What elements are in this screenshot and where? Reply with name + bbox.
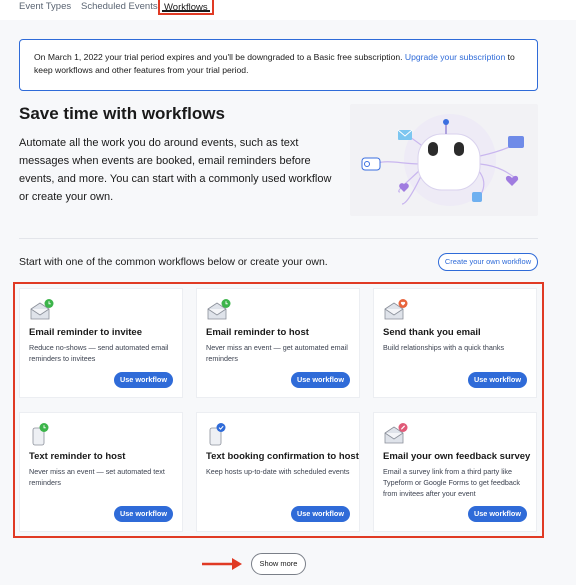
tab-scheduled-events[interactable]: Scheduled Events bbox=[81, 1, 158, 12]
workflows-illustration bbox=[350, 104, 538, 216]
workflow-card: Email reminder to host Never miss an eve… bbox=[196, 288, 360, 398]
phone-clock-icon bbox=[29, 422, 55, 446]
workflow-card-description: Keep hosts up-to-date with scheduled eve… bbox=[206, 467, 350, 476]
email-pencil-icon bbox=[383, 422, 409, 446]
workflow-card-title: Email reminder to host bbox=[206, 327, 309, 338]
use-workflow-button[interactable]: Use workflow bbox=[468, 372, 527, 388]
email-clock-icon bbox=[206, 298, 232, 322]
use-workflow-button[interactable]: Use workflow bbox=[114, 372, 173, 388]
tab-workflows[interactable]: Workflows bbox=[158, 0, 214, 15]
use-workflow-button[interactable]: Use workflow bbox=[114, 506, 173, 522]
hero-description: Automate all the work you do around even… bbox=[19, 137, 332, 203]
section-divider bbox=[19, 238, 538, 239]
upgrade-subscription-link[interactable]: Upgrade your subscription bbox=[405, 52, 505, 62]
active-tab-indicator bbox=[162, 10, 210, 12]
workflow-card-description: Email a survey link from a third party l… bbox=[383, 467, 521, 498]
use-workflow-button[interactable]: Use workflow bbox=[468, 506, 527, 522]
workflow-card-title: Email your own feedback survey bbox=[383, 451, 531, 462]
workflow-card-title: Email reminder to invitee bbox=[29, 327, 142, 338]
phone-check-icon bbox=[206, 422, 232, 446]
banner-text-before: On March 1, 2022 your trial period expir… bbox=[34, 52, 405, 62]
robot-illustration-icon bbox=[361, 114, 524, 206]
section-intro: Start with one of the common workflows b… bbox=[19, 256, 328, 268]
workflow-card: Send thank you email Build relationships… bbox=[373, 288, 537, 398]
email-clock-icon bbox=[29, 298, 55, 322]
workflow-card-description: Reduce no-shows — send automated email r… bbox=[29, 343, 169, 363]
trial-banner: On March 1, 2022 your trial period expir… bbox=[19, 39, 538, 91]
email-heart-icon bbox=[383, 298, 409, 322]
create-workflow-button[interactable]: Create your own workflow bbox=[438, 253, 538, 271]
workflow-card: Text booking confirmation to host Keep h… bbox=[196, 412, 360, 532]
arrow-right-icon bbox=[202, 558, 242, 570]
workflow-card: Email your own feedback survey Email a s… bbox=[373, 412, 537, 532]
tab-bar: Event Types Scheduled Events Workflows bbox=[0, 0, 576, 20]
workflow-card-title: Text booking confirmation to host bbox=[206, 451, 359, 462]
workflow-card-title: Text reminder to host bbox=[29, 451, 126, 462]
workflow-card-description: Never miss an event — get automated emai… bbox=[206, 343, 348, 363]
page-title: Save time with workflows bbox=[19, 104, 225, 123]
workflow-card-description: Build relationships with a quick thanks bbox=[383, 343, 505, 352]
show-more-button[interactable]: Show more bbox=[251, 553, 306, 575]
use-workflow-button[interactable]: Use workflow bbox=[291, 372, 350, 388]
use-workflow-button[interactable]: Use workflow bbox=[291, 506, 350, 522]
workflow-card: Email reminder to invitee Reduce no-show… bbox=[19, 288, 183, 398]
tab-event-types[interactable]: Event Types bbox=[19, 1, 71, 12]
workflow-card-description: Never miss an event — set automated text… bbox=[29, 467, 165, 487]
workflow-card: Text reminder to host Never miss an even… bbox=[19, 412, 183, 532]
workflow-card-title: Send thank you email bbox=[383, 327, 481, 338]
